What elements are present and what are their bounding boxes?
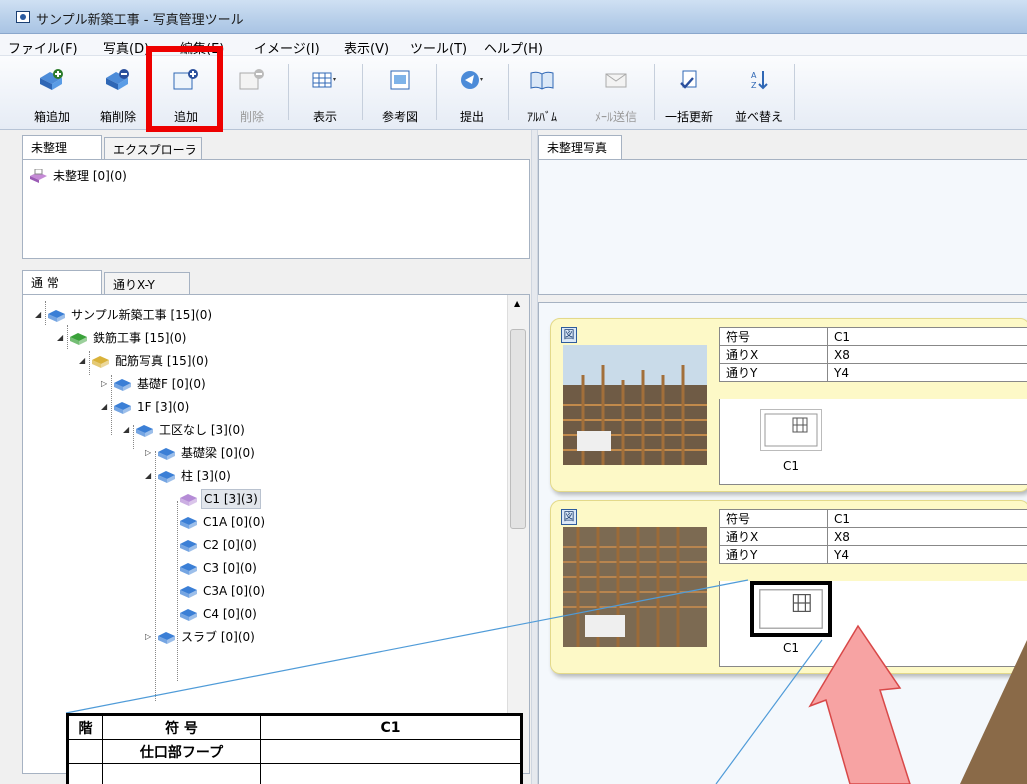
blank-cell	[260, 739, 521, 764]
table-row	[68, 763, 521, 784]
photo-corner	[960, 640, 1027, 784]
code-value: C1	[260, 715, 521, 740]
blank-cell	[68, 739, 103, 764]
table-row: 階 符 号 C1	[68, 715, 521, 740]
blank-cell	[260, 763, 521, 784]
table-row: 仕口部フープ	[68, 739, 521, 764]
callout-line	[715, 639, 823, 784]
hoop-label: 仕口部フープ	[102, 739, 261, 764]
app-window: サンプル新築工事 - 写真管理ツール ファイル(F) 写真(D) 編集(E) イ…	[0, 0, 1027, 784]
annotation-overlay	[65, 579, 1027, 784]
red-arrow	[808, 624, 911, 784]
callout-line	[65, 579, 749, 714]
drawing-table: 階 符 号 C1 仕口部フープ	[68, 715, 521, 784]
blank-cell	[102, 763, 261, 784]
blank-cell	[68, 763, 103, 784]
floor-header: 階	[68, 715, 103, 740]
drawing-zoom-popup: 階 符 号 C1 仕口部フープ	[66, 713, 523, 784]
code-header: 符 号	[102, 715, 261, 740]
